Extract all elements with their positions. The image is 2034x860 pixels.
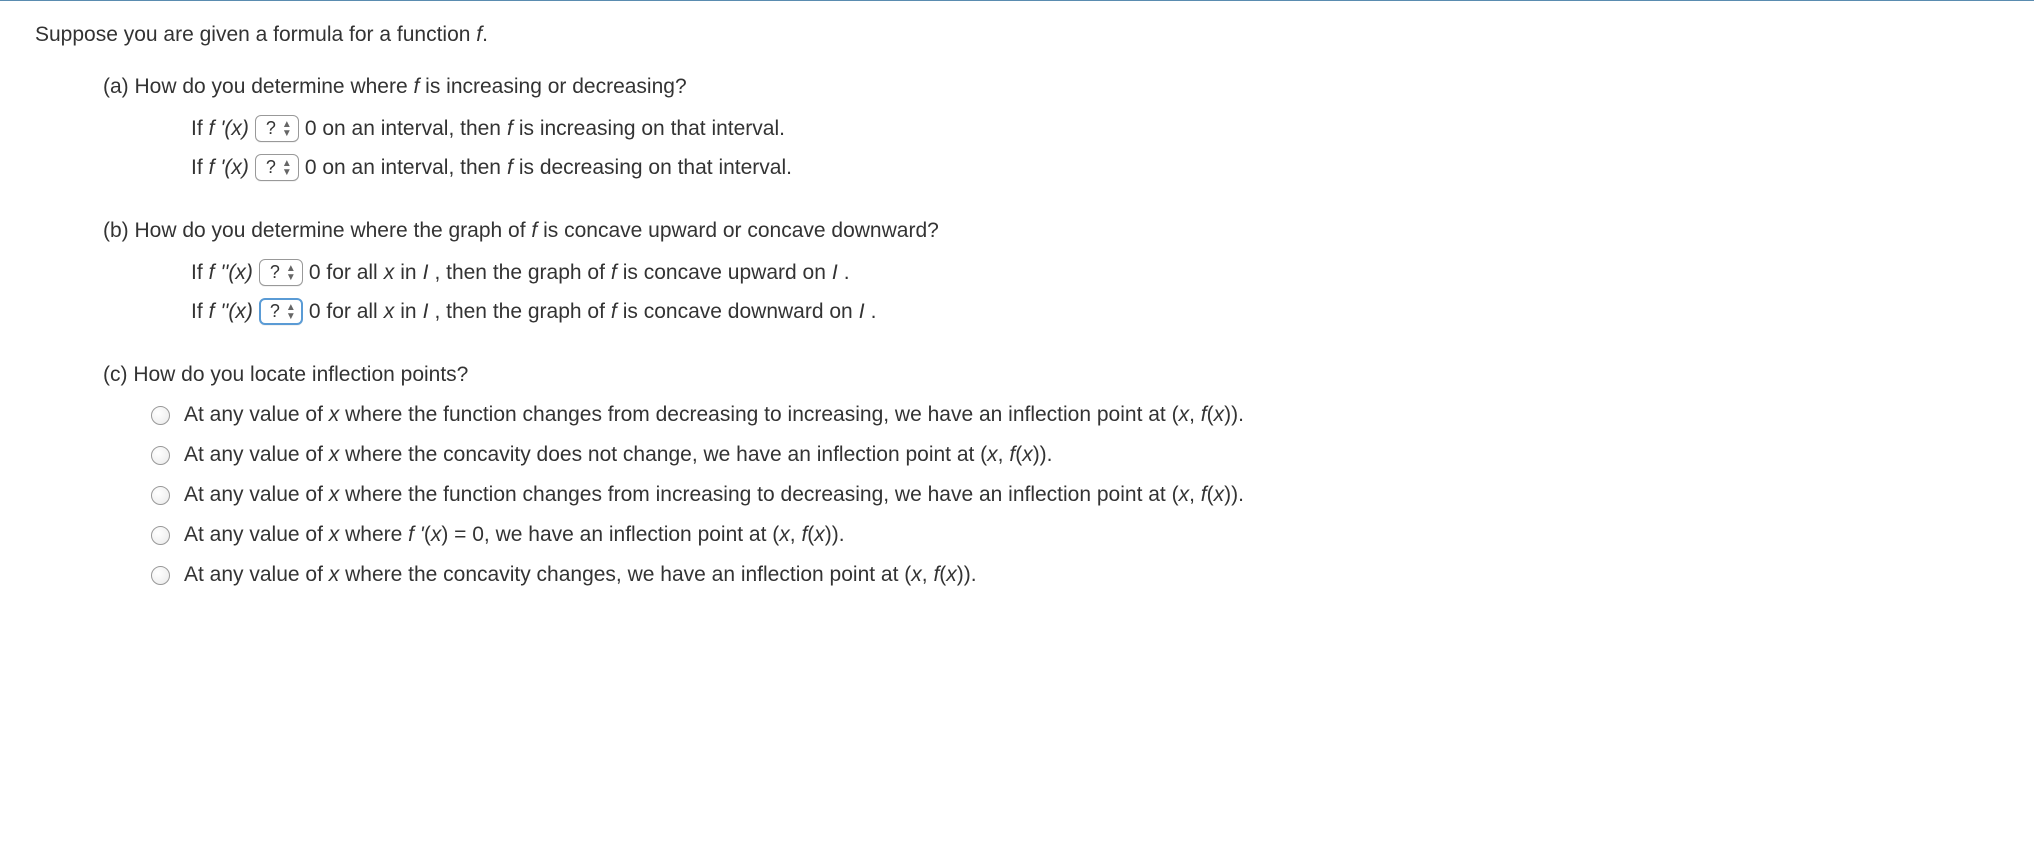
part-b-dropdown-2[interactable]: ? ▲▼ [259, 298, 303, 325]
radio-icon[interactable] [151, 446, 170, 465]
option-3-label: At any value of x where the function cha… [184, 483, 1244, 507]
part-b-row2-I2: I [859, 300, 865, 324]
part-b-row1-pre: If [191, 261, 203, 285]
part-b-row1-mid2: in [400, 261, 416, 285]
part-a-row-1: If f '(x) ? ▲▼ 0 on an interval, then f … [191, 115, 1999, 142]
part-b-row1-mid3: , then the graph of [434, 261, 604, 285]
radio-icon[interactable] [151, 566, 170, 585]
part-b-heading-post: is concave upward or concave downward? [537, 219, 939, 242]
part-a-row2-fprime: f '(x) [209, 156, 249, 180]
radio-icon[interactable] [151, 486, 170, 505]
part-b-heading-pre: (b) How do you determine where the graph… [103, 219, 531, 242]
part-a-heading: (a) How do you determine where f is incr… [103, 75, 1999, 99]
dropdown-value: ? [270, 301, 280, 322]
part-b-row2-mid3: , then the graph of [434, 300, 604, 324]
part-c: (c) How do you locate inflection points?… [103, 363, 1999, 587]
part-c-heading: (c) How do you locate inflection points? [103, 363, 1999, 387]
part-b-row1-I2: I [832, 261, 838, 285]
part-a-row1-fprime: f '(x) [209, 117, 249, 141]
part-b-row-1: If f ''(x) ? ▲▼ 0 for all x in I, then t… [191, 259, 1999, 286]
part-a-row1-mid: 0 on an interval, then [305, 117, 501, 141]
part-a-row1-pre: If [191, 117, 203, 141]
dropdown-arrows-icon: ▲▼ [286, 303, 296, 321]
radio-icon[interactable] [151, 526, 170, 545]
option-4-label: At any value of x where f '(x) = 0, we h… [184, 523, 845, 547]
part-a-row2-mid: 0 on an interval, then [305, 156, 501, 180]
option-5-label: At any value of x where the concavity ch… [184, 563, 977, 587]
dropdown-arrows-icon: ▲▼ [282, 120, 292, 138]
part-a-row1-f: f [507, 117, 513, 141]
option-2-label: At any value of x where the concavity do… [184, 443, 1053, 467]
option-1-label: At any value of x where the function cha… [184, 403, 1244, 427]
intro-text: Suppose you are given a formula for a fu… [35, 23, 476, 46]
part-b-row1-x: x [384, 261, 395, 285]
part-a: (a) How do you determine where f is incr… [103, 75, 1999, 181]
dropdown-value: ? [266, 118, 276, 139]
part-c-options: At any value of x where the function cha… [151, 403, 1999, 587]
dropdown-arrows-icon: ▲▼ [286, 264, 296, 282]
part-b-row2-I: I [423, 300, 429, 324]
part-a-heading-post: is increasing or decreasing? [419, 75, 686, 98]
dropdown-arrows-icon: ▲▼ [282, 159, 292, 177]
radio-icon[interactable] [151, 406, 170, 425]
part-b-row1-post: . [844, 261, 850, 285]
option-3[interactable]: At any value of x where the function cha… [151, 483, 1999, 507]
dropdown-value: ? [266, 157, 276, 178]
option-1[interactable]: At any value of x where the function cha… [151, 403, 1999, 427]
part-b-row1-mid4: is concave upward on [623, 261, 826, 285]
part-a-row2-f: f [507, 156, 513, 180]
intro-post: . [482, 23, 488, 46]
part-a-heading-pre: (a) How do you determine where [103, 75, 413, 98]
option-5[interactable]: At any value of x where the concavity ch… [151, 563, 1999, 587]
part-b-row2-mid2: in [400, 300, 416, 324]
question-container: Suppose you are given a formula for a fu… [0, 0, 2034, 647]
part-b-row-2: If f ''(x) ? ▲▼ 0 for all x in I, then t… [191, 298, 1999, 325]
part-b-row2-f: f [611, 300, 617, 324]
part-b-heading: (b) How do you determine where the graph… [103, 219, 1999, 243]
part-a-row2-pre: If [191, 156, 203, 180]
part-a-row1-post: is increasing on that interval. [519, 117, 785, 141]
part-a-dropdown-2[interactable]: ? ▲▼ [255, 154, 299, 181]
part-a-row2-post: is decreasing on that interval. [519, 156, 792, 180]
part-b-row1-mid1: 0 for all [309, 261, 378, 285]
part-b-row2-mid4: is concave downward on [623, 300, 853, 324]
part-b-dropdown-1[interactable]: ? ▲▼ [259, 259, 303, 286]
part-a-row-2: If f '(x) ? ▲▼ 0 on an interval, then f … [191, 154, 1999, 181]
part-b-row2-fpp: f ''(x) [209, 300, 253, 324]
dropdown-value: ? [270, 262, 280, 283]
option-4[interactable]: At any value of x where f '(x) = 0, we h… [151, 523, 1999, 547]
part-b-row2-x: x [384, 300, 395, 324]
part-a-dropdown-1[interactable]: ? ▲▼ [255, 115, 299, 142]
part-b-row1-f: f [611, 261, 617, 285]
option-2[interactable]: At any value of x where the concavity do… [151, 443, 1999, 467]
question-intro: Suppose you are given a formula for a fu… [35, 23, 1999, 47]
part-b-row2-mid1: 0 for all [309, 300, 378, 324]
part-b-row1-I: I [423, 261, 429, 285]
part-b: (b) How do you determine where the graph… [103, 219, 1999, 325]
part-b-row2-post: . [871, 300, 877, 324]
part-b-row2-pre: If [191, 300, 203, 324]
part-b-row1-fpp: f ''(x) [209, 261, 253, 285]
